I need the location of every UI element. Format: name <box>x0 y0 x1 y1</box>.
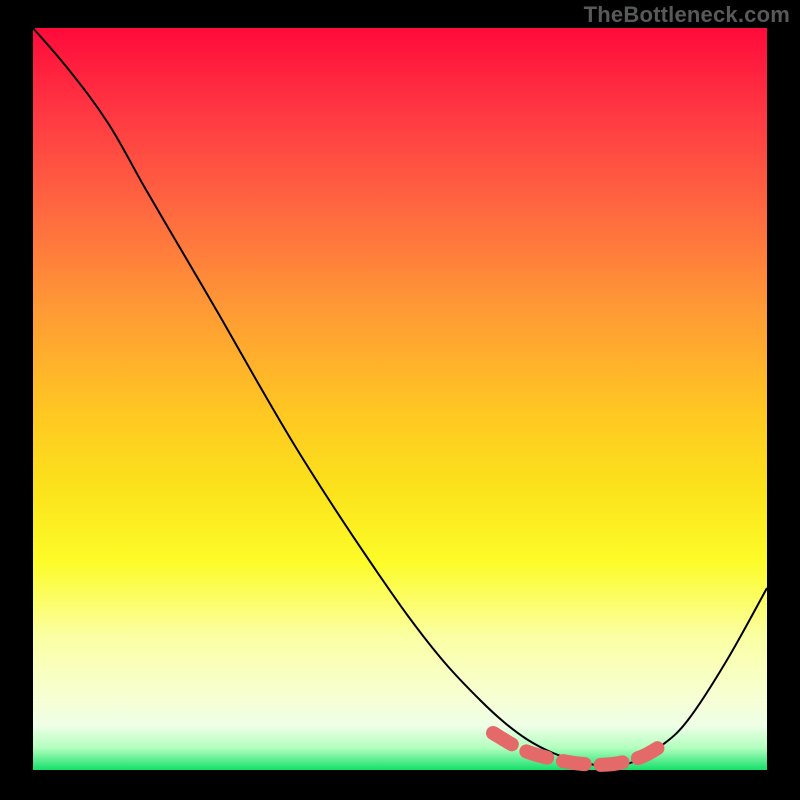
chart-svg <box>33 28 767 770</box>
chart-frame: TheBottleneck.com <box>0 0 800 800</box>
bottleneck-curve <box>33 28 767 766</box>
watermark: TheBottleneck.com <box>584 2 790 28</box>
optimal-range-marker <box>493 733 661 765</box>
plot-area <box>33 28 767 770</box>
